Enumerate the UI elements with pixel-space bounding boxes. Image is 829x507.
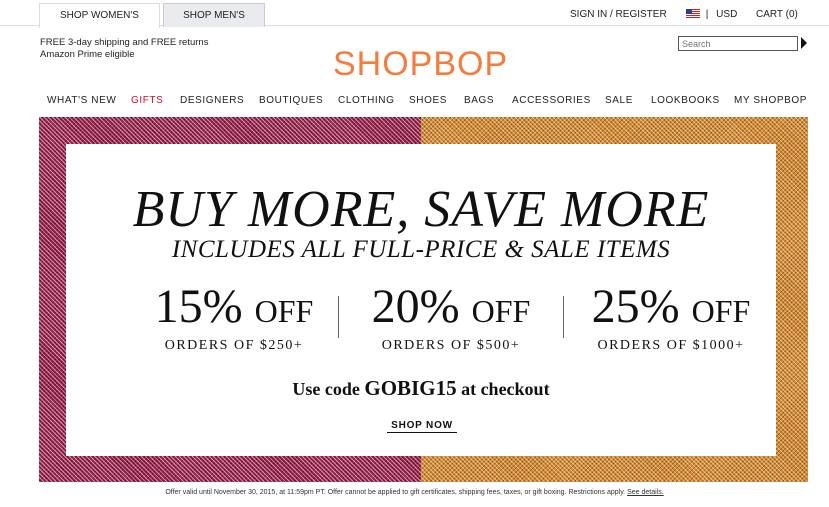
nav-sale[interactable]: SALE <box>605 95 633 106</box>
promo-code-line: Use code GOBIG15 at checkout <box>66 376 776 401</box>
nav-lookbooks[interactable]: LOOKBOOKS <box>651 95 720 106</box>
nav-my-shopbop[interactable]: MY SHOPBOP <box>734 95 807 106</box>
promo-banner[interactable]: BUY MORE, SAVE MORE INCLUDES ALL FULL-PR… <box>39 117 808 482</box>
deal-divider <box>338 296 339 338</box>
deal-condition: ORDERS OF $500+ <box>381 338 521 353</box>
offer-fine-print: Offer valid until November 30, 2015, at … <box>0 489 829 496</box>
promo-code-suffix: at checkout <box>456 379 550 399</box>
nav-clothing[interactable]: CLOTHING <box>338 95 394 106</box>
shop-now-link[interactable]: SHOP NOW <box>387 420 457 433</box>
nav-bags[interactable]: BAGS <box>464 95 494 106</box>
deal-percent: 15% <box>154 280 243 333</box>
sign-in-register-link[interactable]: SIGN IN / REGISTER <box>570 9 667 20</box>
nav-designers[interactable]: DESIGNERS <box>180 95 244 106</box>
currency-selector[interactable]: | USD <box>686 9 737 20</box>
deal-divider <box>563 296 564 338</box>
nav-whats-new[interactable]: WHAT'S NEW <box>47 95 116 106</box>
nav-gifts[interactable]: GIFTS <box>131 95 163 106</box>
search-submit-icon[interactable] <box>801 37 807 49</box>
nav-accessories[interactable]: ACCESSORIES <box>512 95 591 106</box>
currency-separator: | <box>705 9 709 20</box>
promo-subhead: INCLUDES ALL FULL-PRICE & SALE ITEMS <box>171 236 671 263</box>
shipping-promo: FREE 3-day shipping and FREE returns Ama… <box>40 37 208 61</box>
deal-off: OFF <box>254 293 314 329</box>
us-flag-icon <box>686 9 700 18</box>
deal-condition: ORDERS OF $1000+ <box>597 338 745 353</box>
promo-headline: BUY MORE, SAVE MORE <box>132 181 710 238</box>
nav-shoes[interactable]: SHOES <box>409 95 447 106</box>
search-input[interactable] <box>678 36 798 51</box>
tab-shop-mens[interactable]: SHOP MEN'S <box>163 3 265 27</box>
currency-label: USD <box>716 9 738 20</box>
deal-tier-3: 25% OFF ORDERS OF $1000+ <box>576 282 766 354</box>
shipping-line: FREE 3-day shipping and FREE returns <box>40 37 209 48</box>
cart-link[interactable]: CART (0) <box>756 9 798 20</box>
tab-shop-womens[interactable]: SHOP WOMEN'S <box>39 3 160 28</box>
fine-print-text: Offer valid until November 30, 2015, at … <box>165 489 628 496</box>
deal-condition: ORDERS OF $250+ <box>164 338 304 353</box>
deal-tier-1: 15% OFF ORDERS OF $250+ <box>149 282 319 354</box>
prime-line: Amazon Prime eligible <box>40 49 135 60</box>
main-nav: WHAT'S NEW GIFTS DESIGNERS BOUTIQUES CLO… <box>0 95 829 109</box>
promo-panel: BUY MORE, SAVE MORE INCLUDES ALL FULL-PR… <box>66 144 776 456</box>
nav-boutiques[interactable]: BOUTIQUES <box>259 95 323 106</box>
deal-off: OFF <box>471 293 531 329</box>
deal-tier-2: 20% OFF ORDERS OF $500+ <box>356 282 546 354</box>
promo-code-prefix: Use code <box>292 379 365 399</box>
see-details-link[interactable]: See details. <box>627 489 664 496</box>
deal-percent: 20% <box>371 280 460 333</box>
shopbop-logo[interactable]: SHOPBOP <box>333 45 508 84</box>
deal-off: OFF <box>691 293 751 329</box>
top-bar: SHOP WOMEN'S SHOP MEN'S SIGN IN / REGIST… <box>0 0 829 28</box>
promo-code: GOBIG15 <box>364 376 457 400</box>
deal-percent: 25% <box>591 280 680 333</box>
